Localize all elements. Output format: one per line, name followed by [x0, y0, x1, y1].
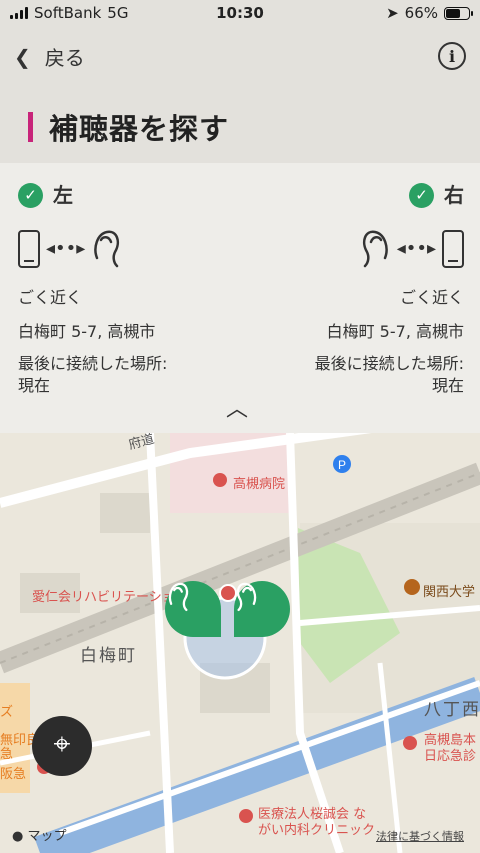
hearing-aid-icon	[236, 582, 257, 612]
map-label-area: 白梅町	[80, 646, 137, 666]
right-distance: ごく近く	[399, 288, 464, 307]
map-label-rehab[interactable]: 愛仁会リハビリテーショ	[32, 586, 175, 605]
left-last-location-value: 現在	[18, 376, 51, 395]
status-right: ➤ 66%	[386, 4, 473, 22]
left-distance: ごく近く	[18, 288, 83, 307]
crosshair-icon[interactable]: ⌖	[32, 716, 92, 776]
check-icon: ✓	[18, 182, 43, 208]
left-label: 左	[53, 183, 73, 207]
back-button[interactable]: ❮ 戻る	[14, 42, 85, 71]
hearing-aid-icon	[94, 230, 120, 268]
chevron-left-icon: ❮	[14, 44, 31, 69]
header: ❮ 戻る i 補聴器を探す	[0, 28, 480, 163]
map-label-hatchome: 八丁西	[424, 700, 480, 720]
left-aid-info: ✓ 左 ◂••▸ ごく近く 白梅町 5-7, 高槻市 最後に接続した場所: 現在	[18, 181, 238, 397]
right-hearing-aid-map-marker[interactable]	[234, 581, 290, 637]
right-label: 右	[444, 183, 464, 207]
svg-text:P: P	[338, 458, 346, 472]
hearing-aid-icon	[362, 230, 388, 268]
left-last-location-label: 最後に接続した場所:	[18, 354, 168, 373]
right-last-location-value: 現在	[431, 376, 464, 395]
map-label-clinic-line2[interactable]: がい内科クリニック	[258, 819, 375, 838]
back-label: 戻る	[44, 46, 85, 70]
left-connection-diagram: ◂••▸	[18, 225, 238, 273]
battery-percent: 66%	[404, 4, 438, 22]
map-label-university[interactable]: 関西大学	[423, 581, 475, 600]
left-address: 白梅町 5-7, 高槻市	[18, 322, 156, 341]
page-title-text: 補聴器を探す	[49, 112, 230, 146]
connection-arrows-icon: ◂••▸	[46, 238, 86, 259]
phone-icon	[18, 230, 40, 268]
check-icon: ✓	[409, 182, 434, 208]
battery-icon	[444, 6, 473, 20]
right-connection-diagram: ◂••▸	[244, 225, 464, 273]
right-aid-info: ✓ 右 ◂••▸ ごく近く 白梅町 5-7, 高槻市 最後に接続した場所: 現在	[244, 181, 464, 397]
left-hearing-aid-map-marker[interactable]	[165, 581, 221, 637]
map-view[interactable]: P 府道 高槻病院 愛仁会リハビリテーショ 白梅町 関西大学 八丁西 高槻島本 …	[0, 433, 480, 853]
map-label-kyu: 急	[0, 747, 14, 762]
map-background: P	[0, 433, 480, 853]
apple-maps-text: マップ	[27, 829, 67, 844]
map-label-hankyu[interactable]: 阪急	[0, 763, 26, 782]
right-address: 白梅町 5-7, 高槻市	[326, 322, 464, 341]
apple-maps-attribution: ● マップ	[12, 825, 67, 844]
location-arrow-icon: ➤	[386, 4, 399, 22]
map-label-nikko[interactable]: 日応急診	[424, 745, 476, 764]
chevron-up-icon[interactable]: ︿	[226, 391, 248, 423]
connection-arrows-icon: ◂••▸	[396, 238, 436, 259]
page-title: 補聴器を探す	[28, 106, 229, 148]
apple-logo-icon: ●	[12, 829, 24, 844]
legal-link[interactable]: 法律に基づく情報	[376, 828, 464, 844]
hearing-aid-icon	[168, 582, 189, 612]
info-icon[interactable]: i	[438, 42, 466, 70]
status-bar: SoftBank 5G 10:30 ➤ 66%	[0, 0, 480, 28]
device-panel: ✓ 左 ◂••▸ ごく近く 白梅町 5-7, 高槻市 最後に接続した場所: 現在…	[0, 163, 480, 433]
phone-icon	[442, 230, 464, 268]
map-label-hospital[interactable]: 高槻病院	[233, 473, 285, 492]
right-last-location-label: 最後に接続した場所:	[314, 354, 464, 373]
map-label-z: ズ	[0, 705, 14, 720]
title-accent-bar	[28, 112, 33, 142]
